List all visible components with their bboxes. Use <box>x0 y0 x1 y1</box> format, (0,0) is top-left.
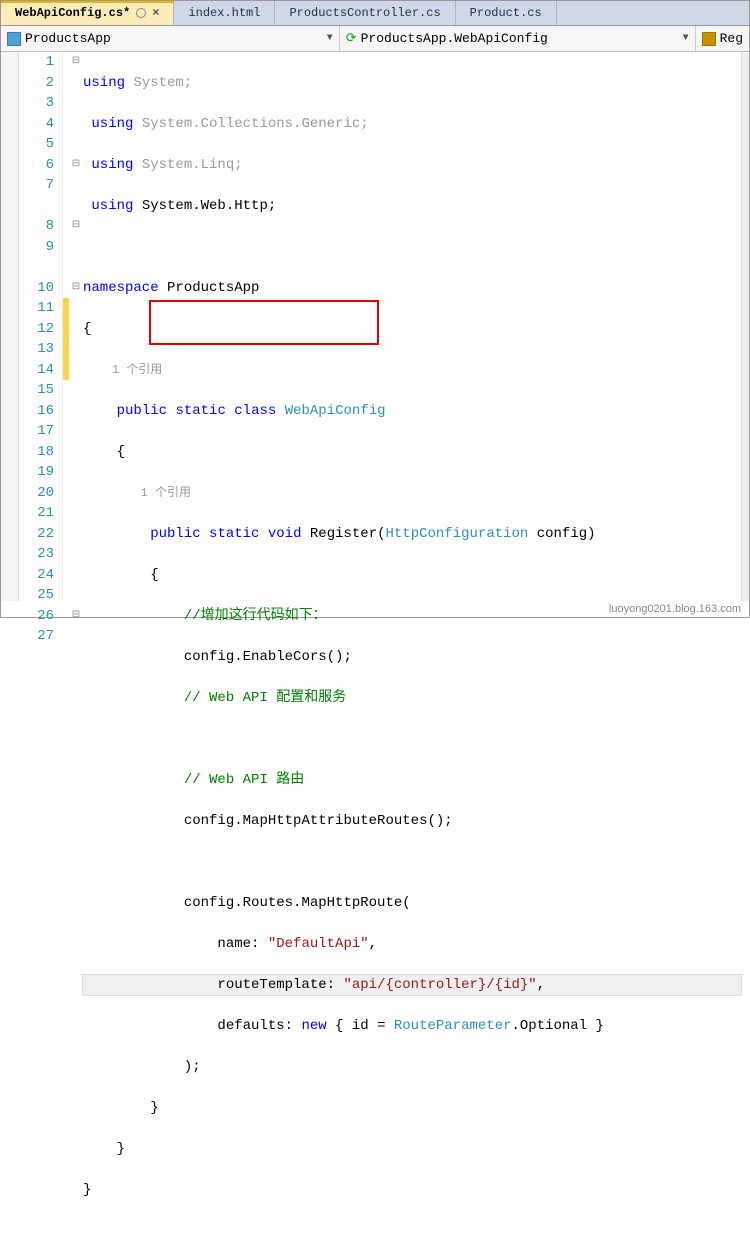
tab-index[interactable]: index.html <box>174 1 275 25</box>
chevron-down-icon: ▼ <box>327 33 333 44</box>
line-number-gutter: 1234567891011121314151617181920212223242… <box>19 52 63 601</box>
code-area[interactable]: using System; using System.Collections.G… <box>83 52 741 601</box>
tab-label: WebApiConfig.cs* <box>15 6 130 20</box>
nav-member-dropdown[interactable]: ⟳ ProductsApp.WebApiConfig ▼ <box>340 26 696 51</box>
nav-reg-label: Reg <box>720 31 743 46</box>
nav-type-dropdown[interactable]: ProductsApp ▼ <box>1 26 340 51</box>
tab-product[interactable]: Product.cs <box>456 1 557 25</box>
refresh-icon: ⟳ <box>346 31 357 46</box>
csharp-icon <box>7 32 21 46</box>
scroll-indicator[interactable] <box>741 52 749 601</box>
nav-region[interactable]: Reg <box>696 26 749 51</box>
nav-bar: ProductsApp ▼ ⟳ ProductsApp.WebApiConfig… <box>1 26 749 52</box>
close-icon[interactable]: × <box>152 6 159 20</box>
tab-label: ProductsController.cs <box>289 6 440 20</box>
watermark: luoyong0201.blog.163.com <box>609 603 741 615</box>
tab-webapiconfig[interactable]: WebApiConfig.cs* × <box>1 1 174 25</box>
tab-label: Product.cs <box>470 6 542 20</box>
nav-left-label: ProductsApp <box>25 31 111 46</box>
breakpoint-gutter[interactable] <box>1 52 19 601</box>
outline-gutter[interactable]: ⊟⊟⊟⊟⊟ <box>69 52 83 601</box>
chevron-down-icon: ▼ <box>683 33 689 44</box>
nav-right-label: ProductsApp.WebApiConfig <box>361 31 548 46</box>
code-editor[interactable]: 1234567891011121314151617181920212223242… <box>1 52 749 601</box>
pin-icon[interactable] <box>136 8 146 18</box>
tab-label: index.html <box>188 6 260 20</box>
tab-productscontroller[interactable]: ProductsController.cs <box>275 1 455 25</box>
tab-bar: WebApiConfig.cs* × index.html ProductsCo… <box>1 1 749 26</box>
method-icon <box>702 32 716 46</box>
